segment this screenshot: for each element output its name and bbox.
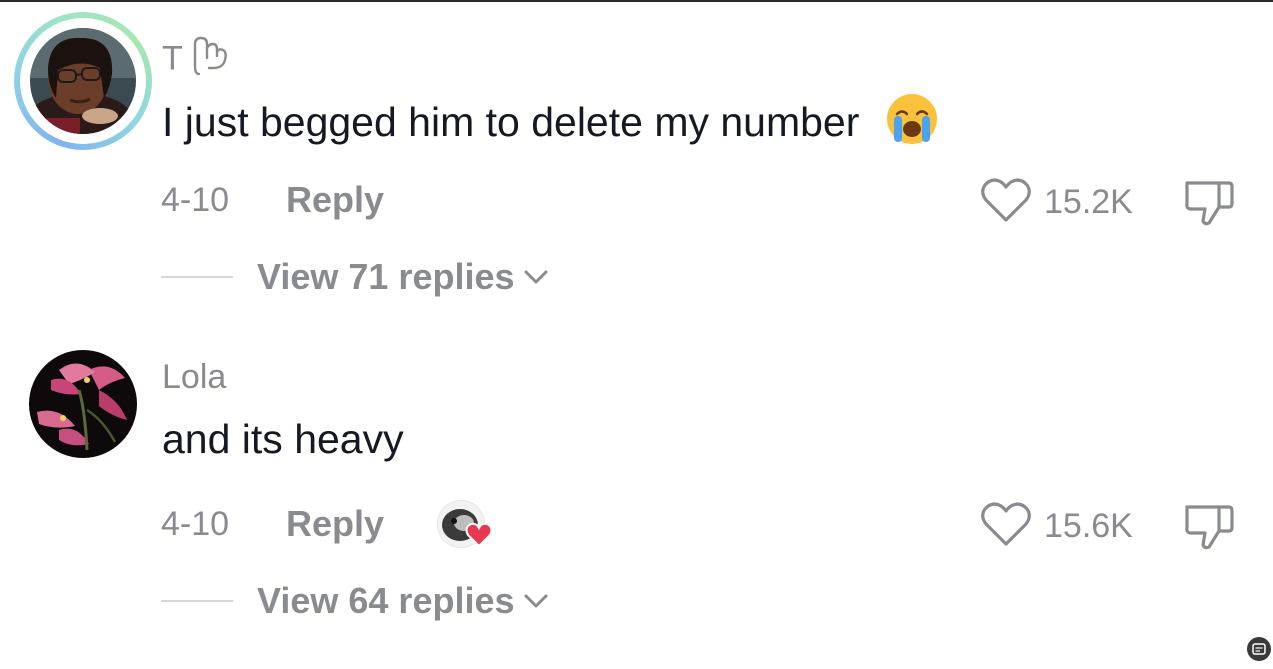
thumbs-down-icon[interactable] bbox=[1183, 181, 1235, 233]
avatar[interactable] bbox=[14, 12, 152, 150]
like-count: 15.2K bbox=[1044, 183, 1133, 221]
avatar-photo bbox=[30, 28, 136, 134]
view-replies-label[interactable]: View 71 replies bbox=[257, 256, 515, 298]
liked-by-creator-badge bbox=[437, 500, 493, 550]
dislike-button[interactable] bbox=[1183, 501, 1235, 558]
dislike-button[interactable] bbox=[1183, 177, 1235, 234]
reply-button[interactable]: Reply bbox=[286, 503, 384, 545]
caption-icon[interactable] bbox=[1247, 637, 1271, 661]
heart-icon[interactable] bbox=[980, 500, 1032, 553]
chevron-down-icon[interactable] bbox=[523, 592, 549, 615]
comment-text: I just begged him to delete my number bbox=[162, 92, 939, 156]
like-button[interactable]: 15.2K bbox=[980, 176, 1133, 229]
comment-text: and its heavy bbox=[162, 416, 404, 462]
chevron-down-icon[interactable] bbox=[523, 268, 549, 291]
heart-icon bbox=[465, 522, 493, 553]
view-replies-button[interactable]: View 64 replies bbox=[161, 580, 549, 622]
like-count: 15.6K bbox=[1044, 507, 1133, 545]
view-replies-label[interactable]: View 64 replies bbox=[257, 580, 515, 622]
replies-divider bbox=[161, 600, 233, 602]
heart-icon[interactable] bbox=[980, 176, 1032, 229]
view-replies-button[interactable]: View 71 replies bbox=[161, 256, 549, 298]
comment-date: 4-10 bbox=[161, 181, 230, 219]
thumbs-down-icon[interactable] bbox=[1183, 505, 1235, 557]
crying-face-icon bbox=[885, 92, 939, 156]
comment-username[interactable]: T bbox=[162, 34, 231, 87]
top-divider bbox=[0, 0, 1273, 2]
username-symbol-icon bbox=[191, 34, 231, 87]
reply-button[interactable]: Reply bbox=[286, 179, 384, 221]
like-button[interactable]: 15.6K bbox=[980, 500, 1133, 553]
comment-username[interactable]: Lola bbox=[162, 358, 226, 397]
avatar-flower-photo[interactable] bbox=[29, 350, 137, 458]
replies-divider bbox=[161, 276, 233, 278]
comment-date: 4-10 bbox=[161, 505, 230, 543]
